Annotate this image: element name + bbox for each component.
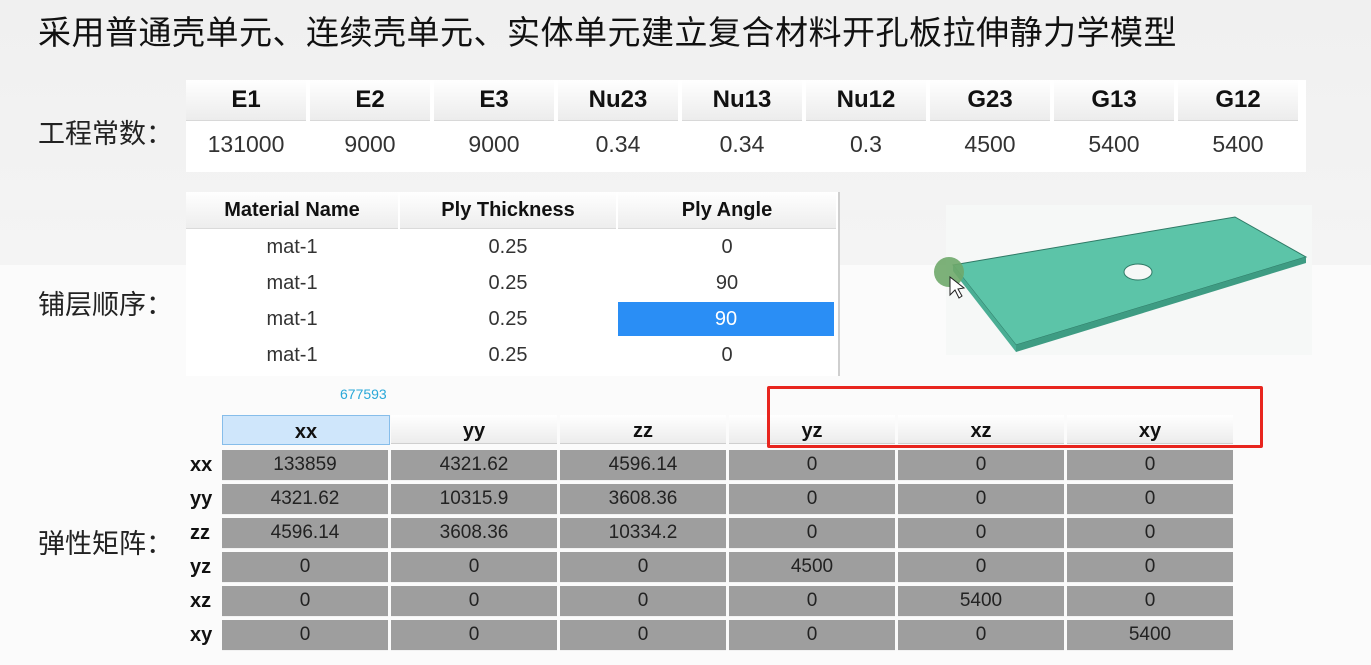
eng-value-g13[interactable]: 5400	[1054, 122, 1174, 166]
matrix-cell[interactable]: 4596.14	[222, 518, 388, 549]
matrix-row-header-zz[interactable]: zz	[186, 518, 224, 548]
matrix-cell[interactable]: 4596.14	[560, 450, 726, 481]
ply-header-angle[interactable]: Ply Angle	[618, 192, 836, 229]
eng-value-e3[interactable]: 9000	[434, 122, 554, 166]
matrix-cell[interactable]: 4321.62	[222, 484, 388, 515]
matrix-cell[interactable]: 0	[729, 518, 895, 549]
matrix-cell[interactable]: 0	[1067, 552, 1233, 583]
matrix-cell[interactable]: 5400	[898, 586, 1064, 617]
ply-row-4-thickness[interactable]: 0.25	[400, 338, 616, 372]
matrix-cell[interactable]: 4500	[729, 552, 895, 583]
stiffness-matrix-label: 弹性矩阵：	[38, 529, 173, 560]
matrix-row-header-yy[interactable]: yy	[186, 484, 224, 514]
ply-row-4-material[interactable]: mat-1	[186, 338, 398, 372]
matrix-cell[interactable]: 0	[222, 620, 388, 651]
matrix-row-header-yz[interactable]: yz	[186, 552, 224, 582]
matrix-cell[interactable]: 0	[729, 450, 895, 481]
matrix-row-header-xy[interactable]: xy	[186, 620, 224, 650]
eng-value-nu12[interactable]: 0.3	[806, 122, 926, 166]
matrix-cell[interactable]: 133859	[222, 450, 388, 481]
eng-value-nu13[interactable]: 0.34	[682, 122, 802, 166]
eng-header-g23[interactable]: G23	[930, 80, 1050, 121]
eng-header-g13[interactable]: G13	[1054, 80, 1174, 121]
matrix-cell[interactable]: 0	[898, 484, 1064, 515]
eng-value-g12[interactable]: 5400	[1178, 122, 1298, 166]
ply-row-1-angle[interactable]: 0	[618, 230, 836, 264]
matrix-row-header-xz[interactable]: xz	[186, 586, 224, 616]
cursor-highlight	[934, 257, 964, 287]
ply-sequence-label: 铺层顺序：	[38, 290, 173, 321]
ply-header-thickness[interactable]: Ply Thickness	[400, 192, 616, 229]
matrix-cell[interactable]: 0	[391, 552, 557, 583]
matrix-cell[interactable]: 0	[1067, 518, 1233, 549]
eng-header-g12[interactable]: G12	[1178, 80, 1298, 121]
engineering-constants-label: 工程常数：	[38, 119, 173, 150]
floating-number: 677593	[340, 386, 387, 402]
matrix-row-header-xx[interactable]: xx	[186, 450, 224, 480]
matrix-cell[interactable]: 0	[898, 552, 1064, 583]
slide-title: 采用普通壳单元、连续壳单元、实体单元建立复合材料开孔板拉伸静力学模型	[38, 13, 1177, 52]
matrix-col-header-yy[interactable]: yy	[391, 415, 557, 444]
ply-table: Material Name Ply Thickness Ply Angle ma…	[186, 192, 840, 376]
plate-hole	[1123, 263, 1153, 281]
ply-row-2-thickness[interactable]: 0.25	[400, 266, 616, 300]
ply-row-3-material[interactable]: mat-1	[186, 302, 398, 336]
matrix-cell[interactable]: 0	[222, 586, 388, 617]
matrix-cell[interactable]: 0	[898, 620, 1064, 651]
ply-row-3-thickness[interactable]: 0.25	[400, 302, 616, 336]
shear-columns-highlight-box	[767, 386, 1263, 448]
eng-header-e3[interactable]: E3	[434, 80, 554, 121]
eng-value-e1[interactable]: 131000	[186, 122, 306, 166]
eng-value-e2[interactable]: 9000	[310, 122, 430, 166]
ply-row-2-material[interactable]: mat-1	[186, 266, 398, 300]
ply-row-3-angle-selected[interactable]: 90	[618, 302, 834, 336]
matrix-cell[interactable]: 0	[560, 586, 726, 617]
matrix-cell[interactable]: 0	[222, 552, 388, 583]
ply-row-1-thickness[interactable]: 0.25	[400, 230, 616, 264]
eng-header-nu12[interactable]: Nu12	[806, 80, 926, 121]
eng-header-nu13[interactable]: Nu13	[682, 80, 802, 121]
plate-model-viewport[interactable]	[928, 205, 1318, 355]
matrix-cell[interactable]: 0	[898, 450, 1064, 481]
matrix-cell[interactable]: 0	[729, 586, 895, 617]
matrix-cell[interactable]: 0	[391, 586, 557, 617]
eng-value-g23[interactable]: 4500	[930, 122, 1050, 166]
matrix-cell[interactable]: 3608.36	[391, 518, 557, 549]
matrix-cell[interactable]: 0	[729, 484, 895, 515]
matrix-cell[interactable]: 0	[560, 620, 726, 651]
matrix-cell[interactable]: 0	[391, 620, 557, 651]
matrix-cell[interactable]: 0	[729, 620, 895, 651]
matrix-cell[interactable]: 0	[560, 552, 726, 583]
matrix-col-header-zz[interactable]: zz	[560, 415, 726, 444]
matrix-cell[interactable]: 0	[1067, 484, 1233, 515]
eng-header-nu23[interactable]: Nu23	[558, 80, 678, 121]
ply-row-2-angle[interactable]: 90	[618, 266, 836, 300]
eng-value-nu23[interactable]: 0.34	[558, 122, 678, 166]
matrix-col-header-xx[interactable]: xx	[222, 415, 390, 445]
matrix-cell[interactable]: 3608.36	[560, 484, 726, 515]
matrix-cell[interactable]: 0	[898, 518, 1064, 549]
ply-row-4-angle[interactable]: 0	[618, 338, 836, 372]
ply-row-1-material[interactable]: mat-1	[186, 230, 398, 264]
eng-header-e2[interactable]: E2	[310, 80, 430, 121]
matrix-cell[interactable]: 4321.62	[391, 450, 557, 481]
matrix-cell[interactable]: 5400	[1067, 620, 1233, 651]
matrix-cell[interactable]: 10334.2	[560, 518, 726, 549]
ply-header-material[interactable]: Material Name	[186, 192, 398, 229]
matrix-cell[interactable]: 0	[1067, 450, 1233, 481]
engineering-constants-table: E1 E2 E3 Nu23 Nu13 Nu12 G23 G13 G12 1310…	[186, 80, 1306, 172]
matrix-cell[interactable]: 0	[1067, 586, 1233, 617]
eng-header-e1[interactable]: E1	[186, 80, 306, 121]
matrix-cell[interactable]: 10315.9	[391, 484, 557, 515]
